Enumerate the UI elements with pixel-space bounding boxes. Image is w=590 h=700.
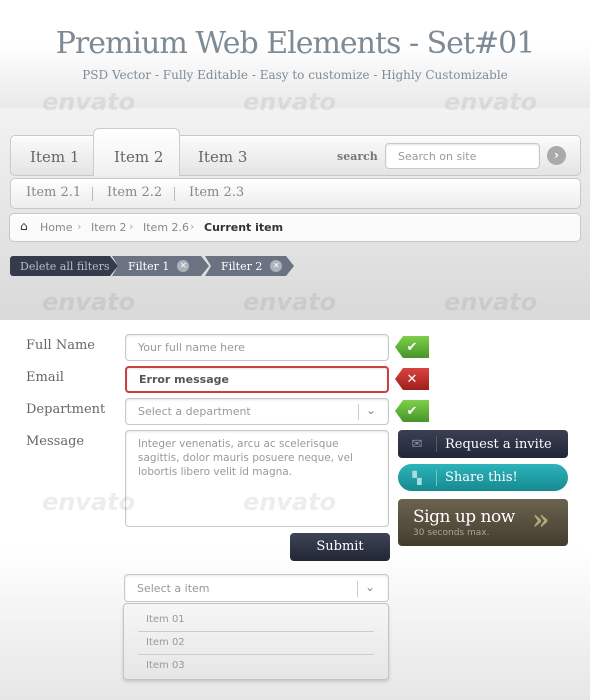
watermark-logo: envato [42,488,136,516]
message-label: Message [26,434,85,449]
watermark-logo: envato [243,288,337,316]
share-button[interactable]: ▚ Share this! [398,464,568,491]
divider [358,404,359,420]
nav-item-3[interactable]: Item 3 [198,148,247,166]
breadcrumb-item[interactable]: Home [40,221,72,234]
nav-item-2: Item 2 [114,148,164,166]
watermark-logo: envato [243,88,337,116]
share-icon: ▚ [412,470,422,485]
divider [174,187,175,201]
signup-sublabel: 30 seconds max. [413,528,490,538]
breadcrumb-item[interactable]: Item 2.6 [143,221,189,234]
dropdown-option[interactable]: Item 02 [138,631,374,655]
divider [92,187,93,201]
subnav-item[interactable]: Item 2.1 [26,185,81,200]
double-chevron-right-icon: » [532,503,550,536]
item-select-value: Select a item [137,581,210,595]
search-label: search [337,150,378,163]
item-dropdown-menu: Item 01 Item 02 Item 03 [123,603,389,680]
watermark-logo: envato [444,288,538,316]
chevron-right-icon: › [190,220,195,233]
watermark-logo: envato [42,288,136,316]
close-icon[interactable]: ✕ [270,260,282,272]
nav-item-1[interactable]: Item 1 [30,148,79,166]
dropdown-option[interactable]: Item 03 [138,654,374,677]
department-select-value: Select a department [138,405,251,418]
department-label: Department [26,402,106,417]
home-icon[interactable]: ⌂ [20,219,28,233]
watermark-logo: envato [444,88,538,116]
full-name-input[interactable]: Your full name here [125,334,389,361]
item-select[interactable]: Select a item ⌄ [124,574,389,602]
envelope-icon: ✉ [411,436,423,452]
chevron-down-icon: ⌄ [365,580,376,594]
chevron-right-icon: › [77,220,82,233]
filter-label: Filter 2 [221,259,263,273]
request-invite-button[interactable]: ✉ Request a invite [398,430,568,458]
submit-button[interactable]: Submit [290,533,390,561]
sub-nav: Item 2.1 Item 2.2 Item 2.3 [10,178,581,209]
divider [357,581,358,597]
nav-item-2-active[interactable]: Item 2 [93,128,180,176]
chevron-right-icon: › [129,220,134,233]
signup-label: Sign up now [413,507,515,527]
search-go-button[interactable]: › [547,146,566,165]
request-invite-label: Request a invite [445,436,552,452]
delete-all-filters-button[interactable]: Delete all filters [10,256,118,276]
page-subtitle: PSD Vector - Fully Editable - Easy to cu… [82,68,508,82]
breadcrumb: ⌂ Home › Item 2 › Item 2.6 › Current ite… [9,213,581,242]
signup-button[interactable]: Sign up now 30 seconds max. » [398,499,568,546]
full-name-label: Full Name [26,338,95,353]
filter-label: Filter 1 [128,259,170,273]
email-input[interactable]: Error message [125,366,389,393]
subnav-item[interactable]: Item 2.2 [107,185,162,200]
email-label: Email [26,370,64,385]
department-select[interactable]: Select a department ⌄ [125,398,389,425]
divider [436,469,437,486]
filter-chip: Filter 1 ✕ [112,256,209,276]
breadcrumb-item[interactable]: Item 2 [91,221,127,234]
watermark-logo: envato [42,88,136,116]
filter-chip: Filter 2 ✕ [205,256,294,276]
search-input[interactable]: Search on site [385,143,540,169]
dropdown-option[interactable]: Item 01 [138,608,374,632]
share-label: Share this! [445,470,518,485]
page-title: Premium Web Elements - Set#01 [55,26,536,61]
close-icon[interactable]: ✕ [177,260,189,272]
divider [436,436,437,452]
breadcrumb-current: Current item [204,221,284,234]
chevron-down-icon: ⌄ [366,403,377,417]
watermark-logo: envato [243,488,337,516]
subnav-item[interactable]: Item 2.3 [189,185,244,200]
